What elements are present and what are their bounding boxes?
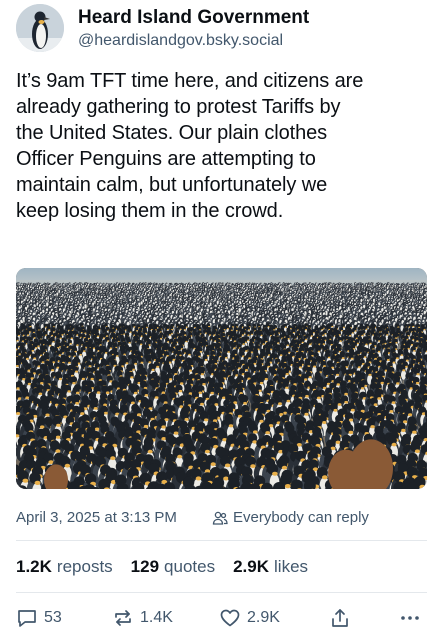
like-icon <box>220 609 240 627</box>
divider <box>16 540 427 541</box>
reply-setting[interactable]: Everybody can reply <box>212 508 369 528</box>
reply-icon <box>18 610 36 627</box>
post-image[interactable] <box>16 268 427 489</box>
post-timestamp[interactable]: April 3, 2025 at 3:13 PM <box>16 509 177 526</box>
reply-setting-label: Everybody can reply <box>233 509 369 526</box>
author-info: Heard Island Government @heardislandgov.… <box>78 6 309 52</box>
post-header: Heard Island Government @heardislandgov.… <box>16 4 427 56</box>
like-button[interactable]: 2.9K <box>219 605 280 631</box>
repost-icon <box>115 610 131 626</box>
post-meta: April 3, 2025 at 3:13 PM Everybody can r… <box>16 508 427 528</box>
post-text-line: keep losing them in the crowd. <box>16 200 284 222</box>
quotes-stat[interactable]: 129 quotes <box>131 556 215 578</box>
more-button[interactable] <box>399 605 427 631</box>
author-display-name[interactable]: Heard Island Government <box>78 6 309 30</box>
quotes-count: 129 <box>130 557 160 576</box>
author-handle[interactable]: @heardislandgov.bsky.social <box>78 30 309 52</box>
penguin-avatar[interactable] <box>16 4 64 52</box>
penguin-icon <box>16 4 64 52</box>
divider <box>16 592 427 593</box>
more-icon <box>401 616 419 620</box>
likes-label: likes <box>274 557 309 576</box>
share-icon <box>332 609 348 627</box>
reposts-label: reposts <box>56 557 113 576</box>
post-text-line: already gathering to protest Tariffs by <box>16 96 341 118</box>
penguin-colony-image <box>16 268 427 489</box>
share-button[interactable] <box>329 605 357 631</box>
post-text-line: maintain calm, but unfortunately we <box>16 174 328 196</box>
repost-count: 1.4K <box>140 609 173 626</box>
post-text: It’s 9am TFT time here, and citizens are… <box>16 68 428 224</box>
reposts-count: 1.2K <box>16 557 52 576</box>
post-text-line: It’s 9am TFT time here, and citizens are <box>16 70 364 92</box>
post-actions: 53 1.4K 2.9K <box>16 605 427 631</box>
people-icon <box>212 511 228 525</box>
repost-button[interactable]: 1.4K <box>112 605 173 631</box>
reply-button[interactable]: 53 <box>16 605 62 631</box>
like-count: 2.9K <box>247 609 280 626</box>
likes-count: 2.9K <box>233 557 270 576</box>
quotes-label: quotes <box>164 557 216 576</box>
post-text-line: the United States. Our plain clothes <box>16 122 328 144</box>
reposts-stat[interactable]: 1.2K reposts <box>16 556 113 578</box>
reply-count: 53 <box>44 609 62 626</box>
likes-stat[interactable]: 2.9K likes <box>233 556 308 578</box>
post-stats: 1.2K reposts 129 quotes 2.9K likes <box>16 556 326 578</box>
post-text-line: Officer Penguins are attempting to <box>16 148 316 170</box>
